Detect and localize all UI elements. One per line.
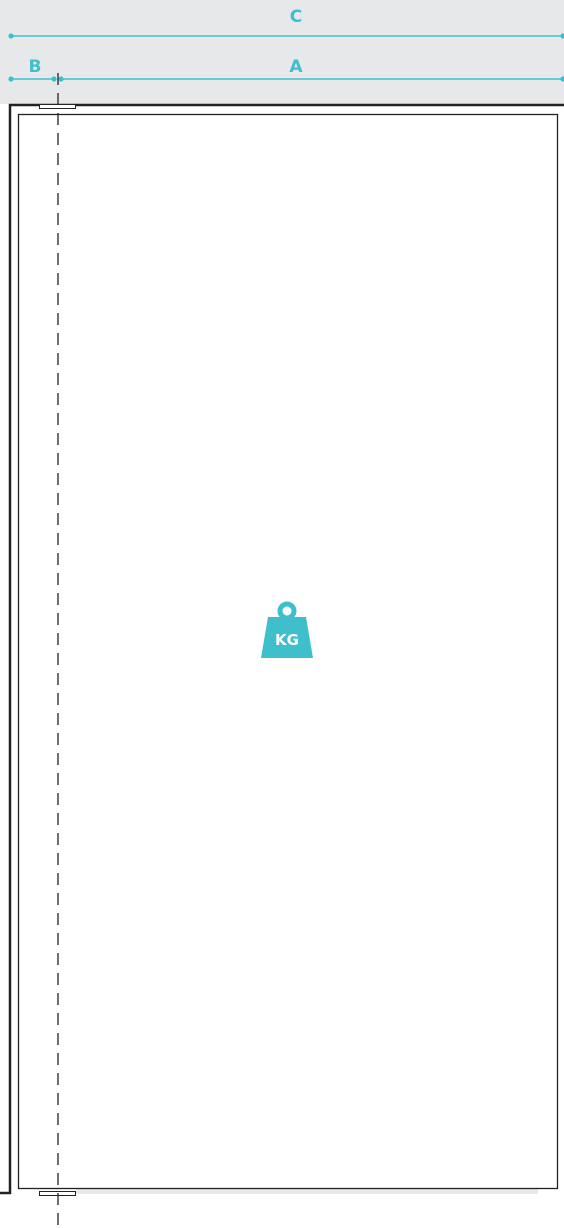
dimension-label-c: C <box>290 7 302 27</box>
dimension-c-start-dot <box>8 33 14 39</box>
dimension-band <box>0 0 564 104</box>
dimension-label-b: B <box>29 57 42 77</box>
dimension-label-a: A <box>289 57 303 77</box>
door-diagram: C B A KG <box>0 0 564 1228</box>
weight-label: KG <box>275 631 299 649</box>
dimension-b-start-dot <box>8 76 14 82</box>
dimension-a-start-dot <box>58 76 64 82</box>
dimension-b-end-dot <box>51 76 57 82</box>
top-pivot-plate <box>39 104 76 109</box>
floor-shadow <box>76 1189 538 1194</box>
